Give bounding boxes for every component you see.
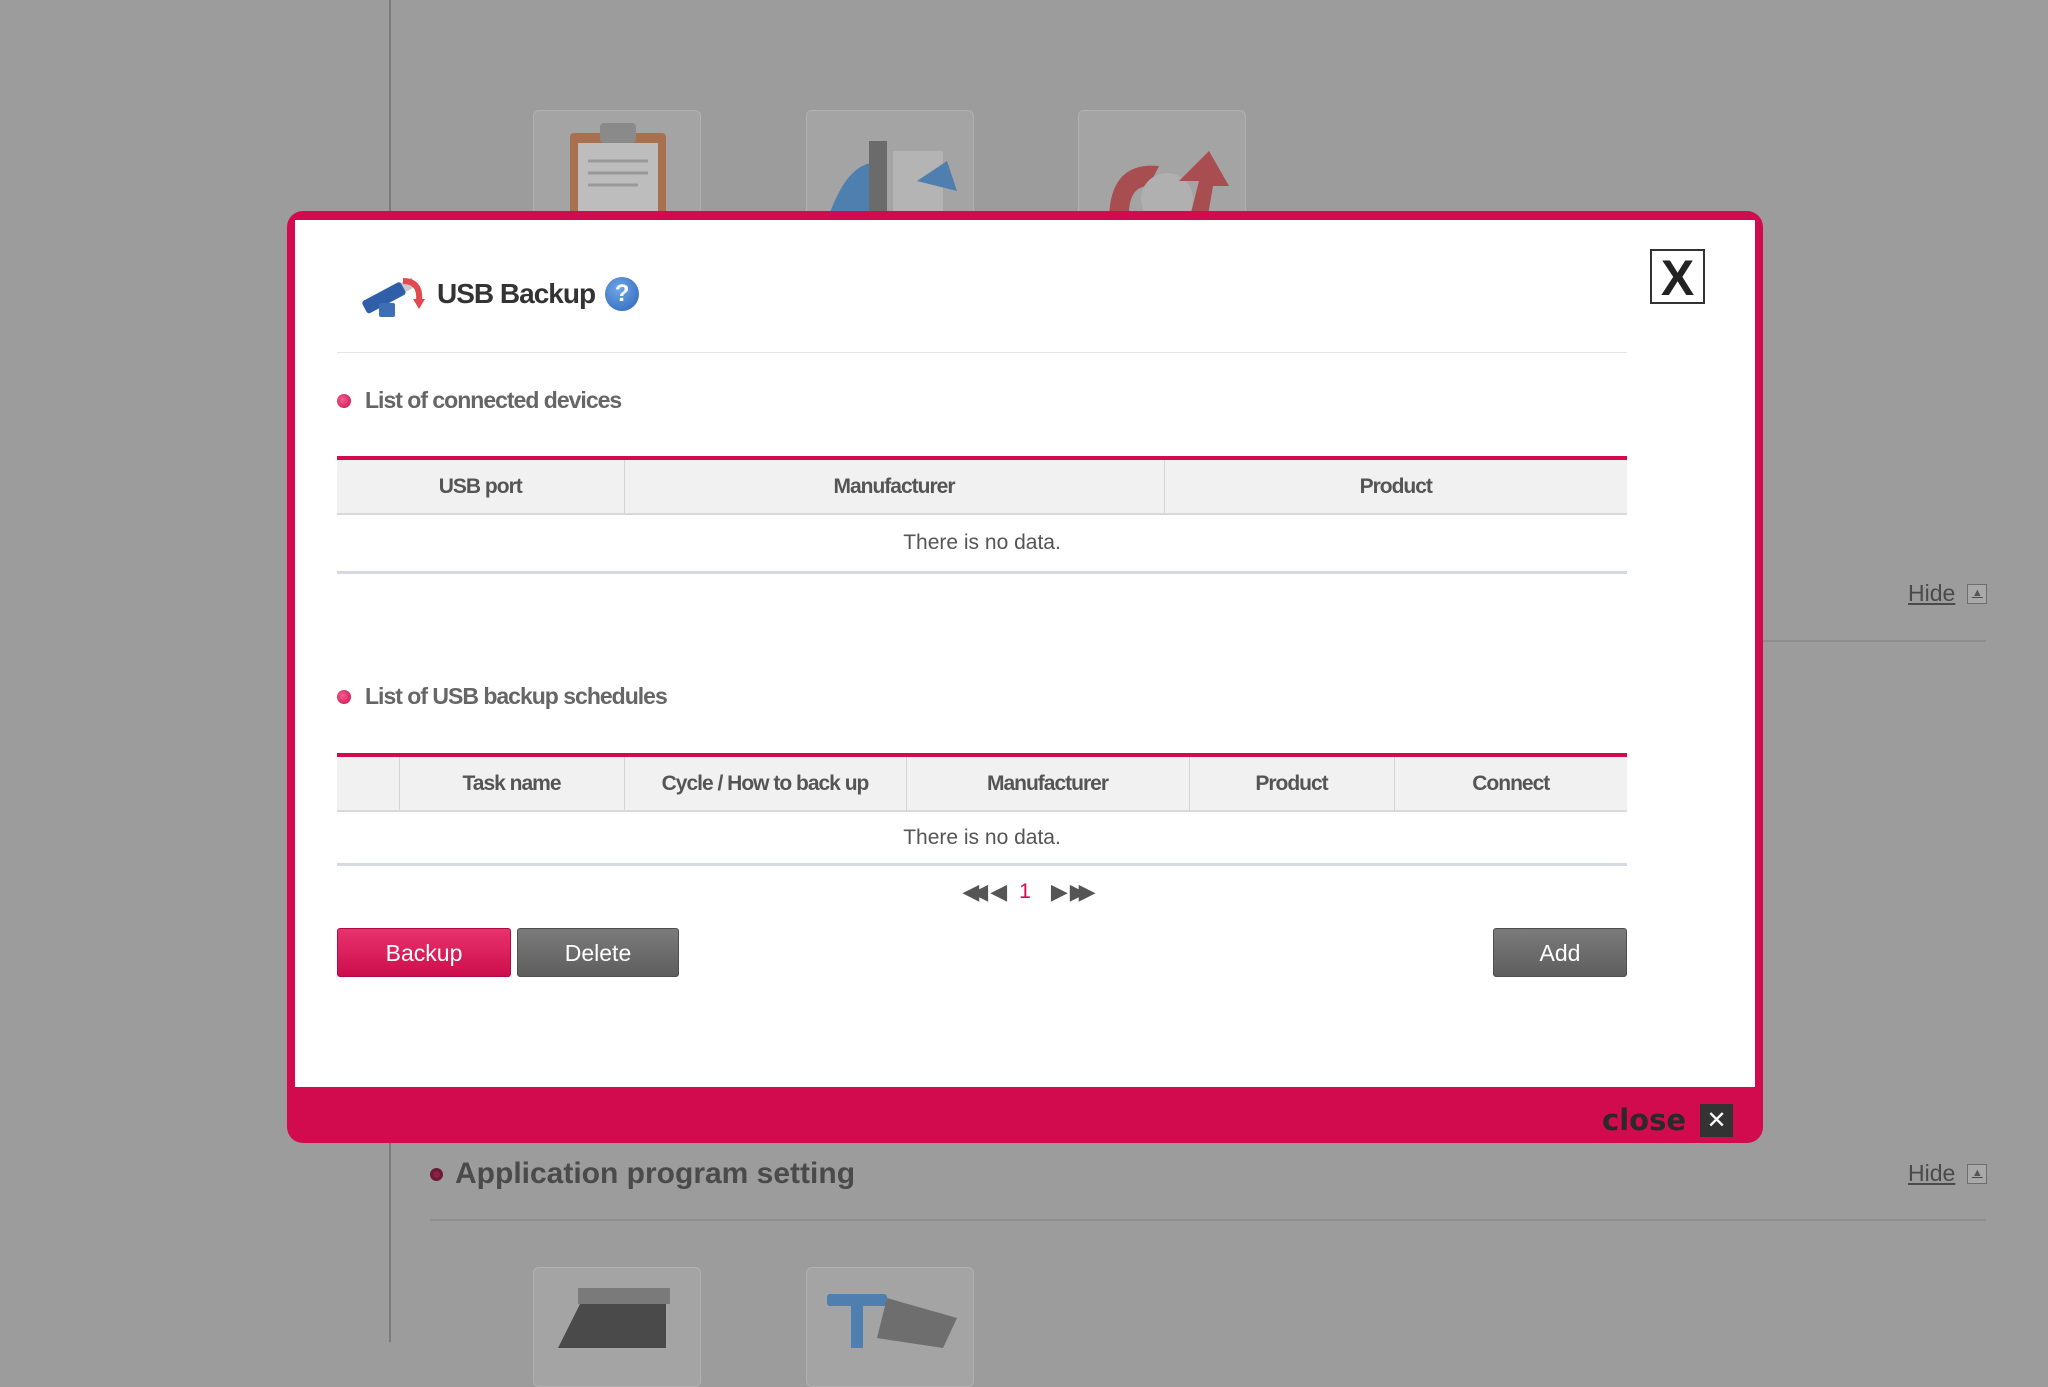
footer-close-label: close (1602, 1103, 1686, 1137)
schedules-table: Task name Cycle / How to back up Manufac… (337, 753, 1627, 866)
devices-section-label: List of connected devices (365, 387, 622, 413)
column-header: USB port (337, 456, 624, 515)
table-header-row: USB port Manufacturer Product (337, 456, 1627, 515)
network-icon (827, 1294, 957, 1348)
add-button[interactable]: Add (1493, 928, 1627, 977)
pagination: ◀◀ ◀ 1 ▶ ▶▶ (295, 879, 1755, 905)
bullet-icon (337, 689, 351, 704)
select-column-header (337, 753, 399, 812)
hide-link-top[interactable]: Hide ▲ (1908, 580, 1988, 607)
backup-button[interactable]: Backup (337, 928, 511, 977)
delete-button[interactable]: Delete (517, 928, 679, 977)
table-header-row: Task name Cycle / How to back up Manufac… (337, 753, 1627, 812)
header-divider (337, 352, 1627, 353)
app-tile-network (806, 1267, 974, 1387)
hide-label: Hide (1908, 580, 1956, 606)
column-header: Manufacturer (905, 753, 1189, 812)
devices-section-title: List of connected devices (337, 387, 622, 414)
empty-message: There is no data. (337, 811, 1627, 866)
prev-page-icon[interactable]: ◀ (990, 879, 1007, 905)
schedules-section-label: List of USB backup schedules (365, 683, 668, 709)
hide-label: Hide (1908, 1160, 1956, 1186)
close-icon: ✕ (1700, 1103, 1733, 1137)
app-tile-media (533, 1267, 701, 1387)
first-page-icon[interactable]: ◀◀ (962, 879, 988, 905)
last-page-icon[interactable]: ▶▶ (1070, 879, 1096, 905)
section-divider (430, 1219, 1986, 1221)
bullet-icon (337, 393, 351, 408)
schedules-section-title: List of USB backup schedules (337, 683, 668, 710)
current-page[interactable]: 1 (1019, 880, 1031, 904)
next-page-icon[interactable]: ▶ (1051, 879, 1068, 905)
clapperboard-icon (558, 1288, 670, 1348)
table-row: There is no data. (337, 811, 1627, 866)
table-row: There is no data. (337, 514, 1627, 574)
dialog-header: USB Backup ? (355, 267, 640, 321)
column-header: Cycle / How to back up (623, 753, 906, 812)
empty-message: There is no data. (337, 514, 1627, 574)
column-header: Task name (398, 753, 624, 812)
usb-backup-icon (362, 277, 425, 317)
collapse-icon: ▲ (1967, 583, 1988, 604)
dialog-body: USB Backup ? X List of connected devices… (295, 220, 1755, 1087)
usb-backup-dialog: USB Backup ? X List of connected devices… (287, 211, 1763, 1143)
dialog-title: USB Backup (437, 278, 596, 309)
column-header: Manufacturer (623, 456, 1164, 515)
bullet-icon (430, 1167, 443, 1181)
column-header: Connect (1393, 753, 1627, 812)
column-header: Product (1188, 753, 1394, 812)
collapse-icon: ▲ (1967, 1163, 1988, 1184)
footer-close[interactable]: close ✕ (1602, 1103, 1733, 1137)
help-icon[interactable]: ? (605, 277, 640, 311)
devices-table: USB port Manufacturer Product There is n… (337, 456, 1627, 574)
bg-section-title-text: Application program setting (455, 1157, 856, 1190)
column-header: Product (1163, 456, 1627, 515)
close-icon[interactable]: X (1650, 249, 1705, 306)
bg-section-title: Application program setting (430, 1157, 855, 1191)
hide-link-bottom[interactable]: Hide ▲ (1908, 1160, 1988, 1187)
